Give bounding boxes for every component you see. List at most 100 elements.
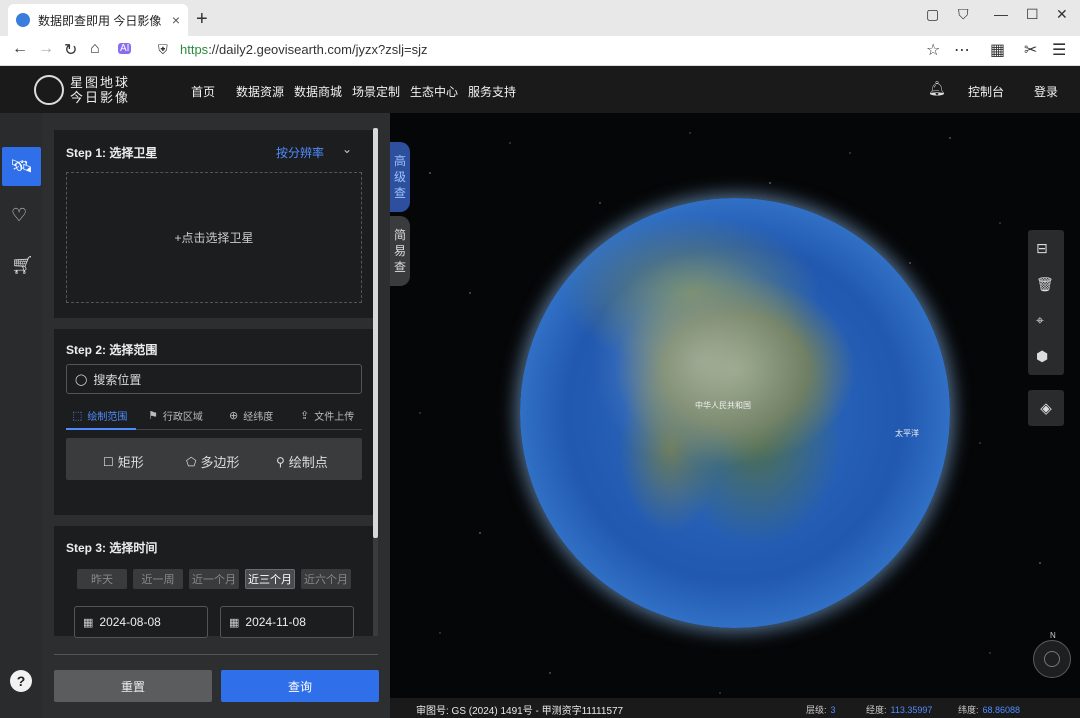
- zoom-level-readout: 层级: 3: [806, 703, 836, 716]
- tab-admin-region-label: 行政区域: [162, 412, 203, 423]
- new-tab-button[interactable]: +: [196, 8, 208, 31]
- shield-icon[interactable]: ⛨: [158, 42, 168, 58]
- locate-icon[interactable]: ⌖: [1036, 312, 1044, 329]
- satellite-icon[interactable]: 🛰︎: [2, 147, 41, 186]
- tab-file-upload-label: 文件上传: [314, 412, 355, 423]
- map-approval-number: 审图号: GS (2024) 1491号 - 甲测资字11111577: [416, 706, 624, 717]
- step3-title: Step 3: 选择时间: [66, 541, 158, 555]
- cart-icon[interactable]: 🛒︎: [11, 255, 34, 276]
- nav-scene-custom[interactable]: 场景定制: [352, 83, 400, 100]
- search-placeholder: 搜索位置: [93, 372, 142, 387]
- tab-lat-lng[interactable]: ⊕ 经纬度: [229, 408, 273, 423]
- quick-last-month[interactable]: 近一个月: [189, 569, 239, 589]
- draw-point-label: 绘制点: [288, 455, 328, 470]
- lat-label: 纬度:: [958, 705, 979, 715]
- minimize-icon[interactable]: —: [994, 6, 1008, 22]
- maximize-icon[interactable]: ☐: [1026, 6, 1039, 23]
- simple-char-1: 简: [393, 228, 406, 242]
- flag-icon: ⚑: [148, 410, 158, 422]
- adv-char-2: 级: [393, 170, 406, 184]
- help-icon[interactable]: ?: [10, 670, 32, 692]
- grid-icon[interactable]: ▦: [990, 40, 1005, 60]
- end-date-field[interactable]: ▦ 2024-11-08: [220, 606, 354, 638]
- start-date-value: 2024-08-08: [99, 615, 161, 629]
- site-logo[interactable]: 星图地球 今日影像: [34, 72, 134, 108]
- shirt-icon[interactable]: ⛉: [958, 6, 969, 23]
- simple-char-2: 易: [393, 244, 406, 258]
- upload-icon: ⇪: [300, 410, 310, 422]
- reload-icon[interactable]: ↻: [64, 40, 77, 60]
- trash-icon[interactable]: 🗑︎: [1036, 276, 1054, 293]
- square-icon: ☐: [103, 454, 114, 469]
- compass-north-label: N: [1050, 631, 1056, 640]
- tab-draw-range[interactable]: ⬚ 绘制范围: [72, 408, 127, 423]
- globe-icon: ⊕: [229, 410, 239, 422]
- tab-file-upload[interactable]: ⇪ 文件上传: [300, 408, 354, 423]
- bell-icon[interactable]: 🔔︎: [928, 80, 946, 97]
- more-icon[interactable]: ⋯: [954, 40, 970, 60]
- select-satellite-box[interactable]: +点击选择卫星: [66, 172, 362, 303]
- latitude-readout: 纬度: 68.86088: [958, 703, 1020, 716]
- left-icon-bar: [0, 113, 42, 718]
- quick-yesterday[interactable]: 昨天: [77, 569, 127, 589]
- calendar-icon: ▦: [229, 616, 240, 629]
- start-date-field[interactable]: ▦ 2024-08-08: [74, 606, 208, 638]
- tab-admin-region[interactable]: ⚑ 行政区域: [148, 408, 203, 423]
- heart-icon[interactable]: ♡: [11, 205, 27, 226]
- map-label-pacific: 太平洋: [895, 429, 919, 438]
- reset-button[interactable]: 重置: [54, 670, 212, 702]
- polygon-button[interactable]: ⬠ 多边形: [186, 452, 239, 471]
- earth-globe[interactable]: [520, 198, 950, 628]
- window-close-icon[interactable]: ✕: [1056, 6, 1068, 23]
- nav-data-store[interactable]: 数据商城: [294, 83, 342, 100]
- menu-icon[interactable]: ☰: [1052, 40, 1066, 60]
- login-link[interactable]: 登录: [1034, 83, 1058, 100]
- rectangle-label: 矩形: [117, 455, 144, 470]
- site-header: [0, 66, 1080, 113]
- rectangle-button[interactable]: ☐ 矩形: [103, 452, 144, 471]
- tab-title: 数据即查即用 今日影像: [38, 13, 162, 28]
- console-link[interactable]: 控制台: [968, 83, 1004, 100]
- tab-simple-query[interactable]: 简 易 查: [390, 216, 410, 286]
- search-input[interactable]: ◯ 搜索位置: [66, 364, 362, 394]
- chevron-down-icon[interactable]: ⌄: [342, 142, 352, 156]
- nav-ecology[interactable]: 生态中心: [410, 83, 458, 100]
- back-icon[interactable]: ←: [12, 40, 28, 58]
- tab-close-icon[interactable]: ×: [172, 12, 180, 28]
- browser-tab[interactable]: 数据即查即用 今日影像 ×: [8, 4, 188, 36]
- query-button[interactable]: 查询: [221, 670, 379, 702]
- ruler-icon[interactable]: ⊟: [1036, 240, 1048, 257]
- lng-label: 经度:: [866, 705, 887, 715]
- lat-value: 68.86088: [982, 705, 1021, 715]
- draw-point-button[interactable]: ⚲ 绘制点: [276, 452, 328, 471]
- level-label: 层级:: [806, 705, 827, 715]
- simple-char-3: 查: [393, 260, 406, 274]
- nav-home[interactable]: 首页: [191, 83, 215, 100]
- layers-icon[interactable]: ◈: [1028, 390, 1064, 426]
- site-favicon-icon: [16, 13, 30, 27]
- logo-line1: 星图地球: [70, 75, 131, 90]
- home-icon[interactable]: ⌂: [90, 40, 100, 58]
- ai-icon[interactable]: AI: [118, 43, 132, 54]
- quick-last-6-months[interactable]: 近六个月: [301, 569, 351, 589]
- panel-divider: [54, 654, 378, 655]
- nav-data-resources[interactable]: 数据资源: [236, 83, 284, 100]
- panel-scrollbar[interactable]: [373, 128, 378, 538]
- tab-advanced-query[interactable]: 高 级 查: [390, 142, 410, 212]
- end-date-value: 2024-11-08: [245, 615, 306, 629]
- quick-last-3-months[interactable]: 近三个月: [245, 569, 295, 589]
- calendar-icon: ▦: [83, 616, 94, 629]
- cube-icon[interactable]: ⬢: [1036, 348, 1048, 365]
- star-icon[interactable]: ☆: [926, 40, 940, 60]
- quick-last-week[interactable]: 近一周: [133, 569, 183, 589]
- page-count-icon[interactable]: ▢: [926, 6, 939, 23]
- by-resolution-link[interactable]: 按分辨率: [276, 144, 324, 161]
- nav-service[interactable]: 服务支持: [468, 83, 516, 100]
- pin-icon: ⚲: [276, 454, 285, 469]
- scissors-icon[interactable]: ✂: [1024, 40, 1037, 60]
- draw-range-icon: ⬚: [72, 410, 83, 422]
- tab-lat-lng-label: 经纬度: [243, 412, 274, 423]
- forward-icon[interactable]: →: [38, 40, 54, 58]
- url-text[interactable]: https://daily2.geovisearth.com/jyzx?zslj…: [180, 42, 427, 57]
- adv-char-3: 查: [393, 186, 406, 200]
